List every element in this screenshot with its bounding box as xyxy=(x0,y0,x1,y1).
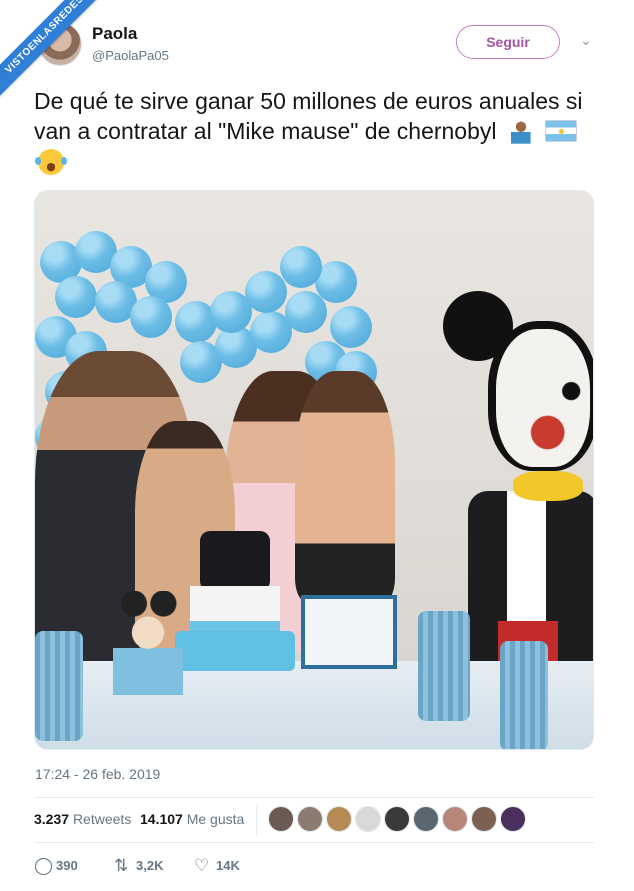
mickey-plush xyxy=(113,591,183,695)
tweet-card: Paola @PaolaPa05 Seguir ⌄ De qué te sirv… xyxy=(0,0,634,891)
liker-avatar[interactable] xyxy=(326,806,352,832)
likes-stat[interactable]: 14.107 Me gusta xyxy=(140,811,244,827)
follow-button[interactable]: Seguir xyxy=(456,25,560,59)
chevron-down-icon[interactable]: ⌄ xyxy=(580,33,592,47)
reply-button[interactable]: ◯ 390 xyxy=(34,855,78,877)
vase xyxy=(500,641,548,749)
photo-frame xyxy=(301,595,397,669)
vase xyxy=(418,611,470,721)
likes-count: 14.107 xyxy=(140,811,183,827)
tweet-text: De qué te sirve ganar 50 millones de eur… xyxy=(34,86,594,176)
liker-avatar[interactable] xyxy=(384,806,410,832)
birthday-cake xyxy=(175,531,295,671)
tweet-actions: ◯ 390 ⇅ 3,2K ♡ 14K xyxy=(34,852,594,882)
person-shrugging-icon xyxy=(506,119,535,145)
liker-avatar[interactable] xyxy=(413,806,439,832)
liker-avatar[interactable] xyxy=(442,806,468,832)
divider xyxy=(34,842,594,843)
liker-avatar[interactable] xyxy=(297,806,323,832)
reply-icon: ◯ xyxy=(34,856,54,875)
tweet-timestamp[interactable]: 17:24 - 26 feb. 2019 xyxy=(35,766,160,782)
retweet-button[interactable]: ⇅ 3,2K xyxy=(114,855,163,877)
divider xyxy=(256,806,257,836)
retweets-count: 3.237 xyxy=(34,811,70,827)
liker-avatar[interactable] xyxy=(500,806,526,832)
liker-avatar[interactable] xyxy=(355,806,381,832)
likes-label: Me gusta xyxy=(186,811,245,827)
argentina-flag-icon xyxy=(545,120,578,142)
liker-avatar[interactable] xyxy=(471,806,497,832)
retweet-count: 3,2K xyxy=(136,858,164,873)
author-handle[interactable]: @PaolaPa05 xyxy=(92,48,169,63)
retweets-stat[interactable]: 3.237 Retweets xyxy=(34,811,131,827)
heart-icon: ♡ xyxy=(194,856,210,875)
tweet-photo[interactable] xyxy=(34,190,594,750)
tweet-body: De qué te sirve ganar 50 millones de eur… xyxy=(34,88,583,144)
retweet-icon: ⇅ xyxy=(114,856,129,875)
liker-avatar[interactable] xyxy=(268,806,294,832)
vase xyxy=(35,631,83,741)
like-button[interactable]: ♡ 14K xyxy=(194,855,240,877)
author-name[interactable]: Paola xyxy=(92,24,137,44)
divider xyxy=(34,797,594,798)
laughing-tears-icon xyxy=(35,149,67,175)
toddler-figure xyxy=(295,371,395,601)
retweets-label: Retweets xyxy=(72,811,132,827)
tweet-stats: 3.237 Retweets 14.107 Me gusta xyxy=(34,800,594,840)
reply-count: 390 xyxy=(56,858,78,873)
like-count: 14K xyxy=(216,858,240,873)
tweet-header: Paola @PaolaPa05 Seguir ⌄ xyxy=(38,22,604,72)
